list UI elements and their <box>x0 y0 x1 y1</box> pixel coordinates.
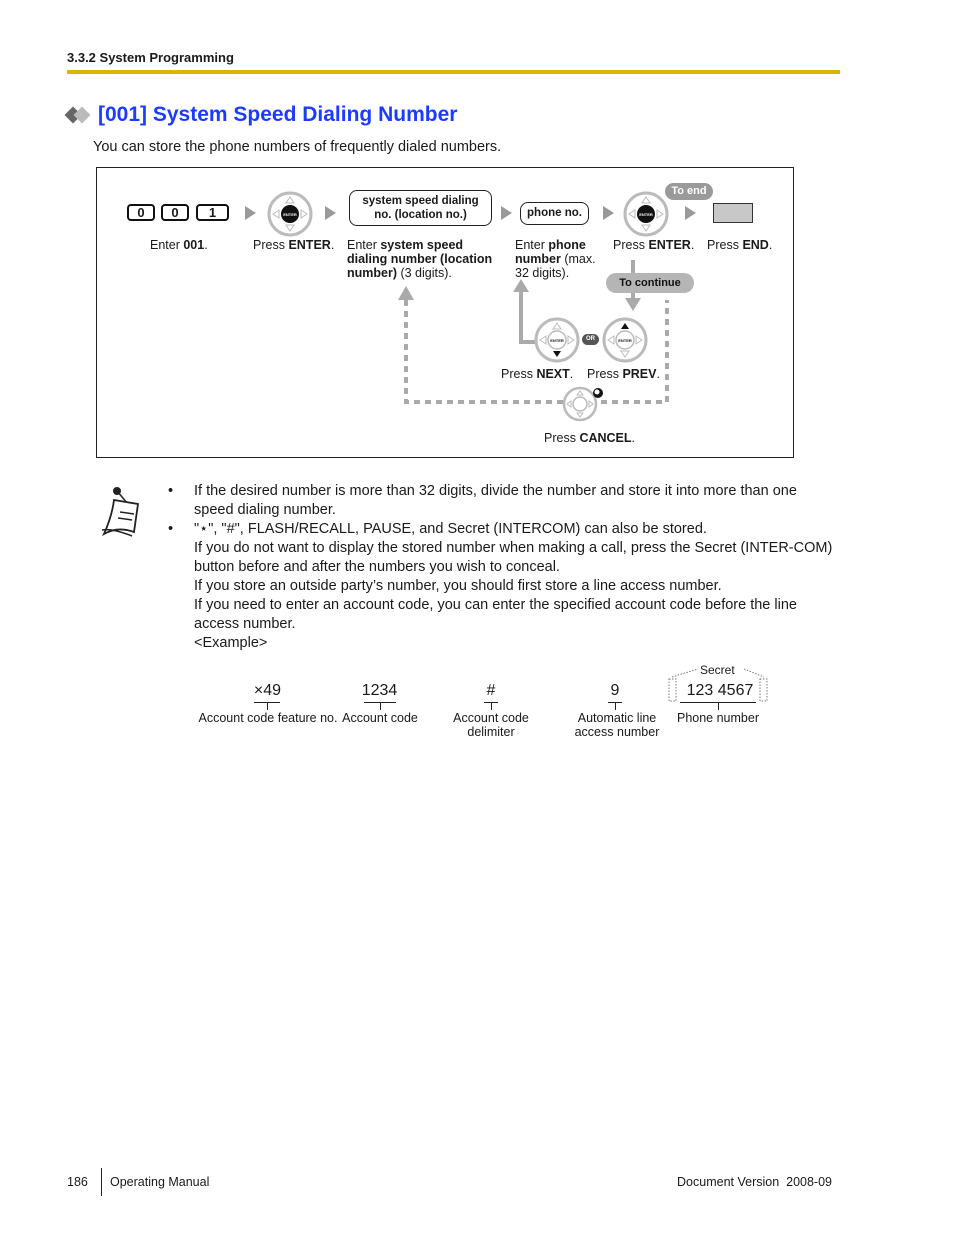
cancel-navigator-icon <box>562 386 603 422</box>
to-end-label: To end <box>665 183 713 200</box>
bracket-line <box>615 702 616 710</box>
note-text: If the desired number is more than 32 di… <box>194 483 797 518</box>
next-navigator-icon: ENTER <box>534 317 580 363</box>
example-label: Phone number <box>676 711 759 725</box>
example-label: Account code delimiter <box>453 711 529 739</box>
press-prev-caption: Press PREV. <box>587 367 660 381</box>
dial-key-0: 0 <box>127 204 155 221</box>
continue-arrowhead-down <box>625 298 641 311</box>
example-label: Automatic line access number <box>574 711 660 739</box>
bracket-line <box>267 702 268 710</box>
phone-number-box: phone no. <box>520 202 589 225</box>
notes-list: • If the desired number is more than 32 … <box>168 482 838 653</box>
enter-navigator-icon: ENTER <box>623 191 669 237</box>
example-value: 123 4567 <box>686 682 754 699</box>
svg-text:ENTER: ENTER <box>283 212 297 217</box>
bullet: • <box>168 521 174 537</box>
prev-navigator-icon: ENTER <box>602 317 648 363</box>
note-icon <box>101 487 140 537</box>
example-label: Account code <box>342 711 418 725</box>
flow-arrow-icon <box>245 206 256 220</box>
to-continue-label: To continue <box>606 273 694 293</box>
flow-connectors <box>398 260 669 404</box>
step-caption-press-enter: Press ENTER. <box>253 238 335 252</box>
bracket-line <box>718 702 719 710</box>
example-value: # <box>486 682 496 699</box>
page-number: 186 <box>67 1175 88 1189</box>
next-return-path <box>519 290 535 344</box>
note-text: If you do not want to display the stored… <box>194 540 833 575</box>
step-caption-enter-001: Enter 001. <box>150 238 208 252</box>
note-item: • "⋆", "#", FLASH/RECALL, PAUSE, and Sec… <box>168 520 838 653</box>
location-box-line1: system speed dialing <box>362 195 479 207</box>
dial-key-0: 0 <box>161 204 189 221</box>
enter-navigator-icon: ENTER <box>267 191 313 237</box>
loop-arrowhead-up <box>398 286 414 300</box>
svg-text:ENTER: ENTER <box>618 338 632 343</box>
example-heading: <Example> <box>194 635 268 651</box>
note-text: "⋆", "#", FLASH/RECALL, PAUSE, and Secre… <box>194 521 707 537</box>
flow-arrow-icon <box>501 206 512 220</box>
bracket-line <box>380 702 381 710</box>
example-value: 9 <box>610 682 620 699</box>
manual-name: Operating Manual <box>110 1175 210 1189</box>
example-value: 1234 <box>361 682 398 699</box>
step-caption-phone: Enter phone number (max. 32 digits). <box>515 238 596 280</box>
document-version: Document Version 2008-09 <box>677 1175 832 1189</box>
or-badge: OR <box>582 334 599 345</box>
location-box-line2: no. (location no.) <box>374 209 467 221</box>
step-caption-location: Enter system speed dialing number (locat… <box>347 238 493 280</box>
bullet: • <box>168 483 174 499</box>
location-number-box: system speed dialing no. (location no.) <box>349 190 492 226</box>
example-value: ×49 <box>253 682 282 699</box>
flow-arrow-icon <box>603 206 614 220</box>
svg-text:ENTER: ENTER <box>550 338 564 343</box>
press-next-caption: Press NEXT. <box>501 367 574 381</box>
dial-key-1: 1 <box>196 204 229 221</box>
step-caption-press-enter-2: Press ENTER. <box>613 238 695 252</box>
example-label: Account code feature no. <box>198 711 338 725</box>
footer-separator <box>101 1168 102 1196</box>
note-text: If you need to enter an account code, yo… <box>194 597 797 632</box>
svg-text:ENTER: ENTER <box>639 212 653 217</box>
flow-arrow-icon <box>685 206 696 220</box>
bracket-line <box>491 702 492 710</box>
next-arrowhead-up <box>513 279 529 292</box>
press-cancel-caption: Press CANCEL. <box>544 431 636 445</box>
note-text: If you store an outside party’s number, … <box>194 578 722 594</box>
step-caption-press-end: Press END. <box>707 238 773 252</box>
end-key-icon <box>713 203 753 223</box>
flow-arrow-icon <box>325 206 336 220</box>
note-item: • If the desired number is more than 32 … <box>168 482 838 520</box>
